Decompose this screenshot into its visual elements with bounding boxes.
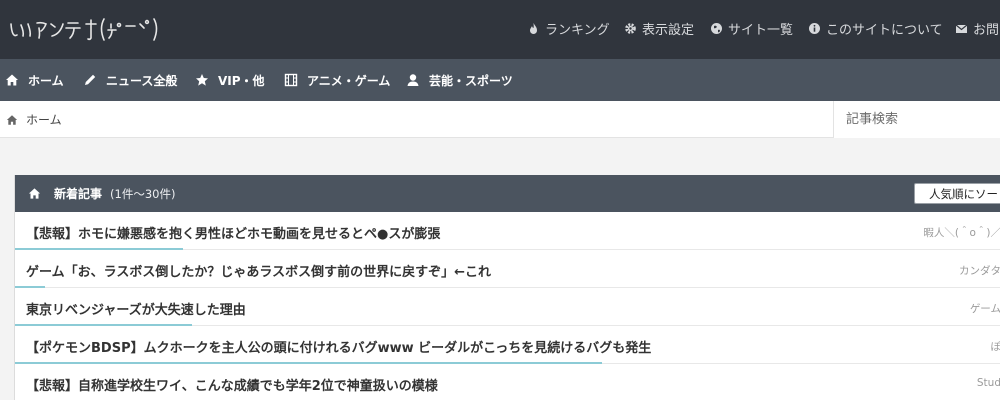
home-icon (6, 114, 18, 126)
nav-item-anime-game[interactable]: アニメ・ゲーム (284, 71, 390, 89)
article-row[interactable]: ゲーム「お、ラスボス倒したか？じゃあラスボス倒す前の世界に戻すぞ」←これ カンダ… (15, 250, 1000, 288)
globe-icon (710, 22, 723, 35)
article-site[interactable]: カンダタ (959, 263, 1000, 278)
panel-title-text: 新着記事 (54, 187, 103, 201)
info-icon (808, 22, 821, 35)
pencil-icon (83, 73, 97, 87)
article-title[interactable]: 東京リベンジャーズが大失速した理由 (26, 299, 246, 318)
nav-item-home[interactable]: ホーム (5, 71, 64, 89)
header-link-contact[interactable]: お問 (955, 18, 999, 38)
article-title[interactable]: 【ポケモンBDSP】ムクホークを主人公の頭に付けれるバグwww ビーダルがこっち… (26, 337, 651, 356)
article-row[interactable]: 【悲報】ホモに嫌悪感を抱く男性ほどホモ動画を見せるとペ●スが膨張 暇人＼(＾o＾… (15, 212, 1000, 250)
header-link-label: このサイトについて (826, 22, 943, 38)
sort-popularity-button[interactable]: 人気順にソー (914, 183, 1000, 204)
article-site[interactable]: 暇人＼(＾o＾)／ (923, 225, 1000, 240)
nav-item-label: アニメ・ゲーム (307, 73, 391, 88)
gear-icon (624, 22, 637, 35)
user-icon (406, 73, 420, 87)
logo-mark (10, 18, 158, 41)
flame-icon (527, 22, 540, 35)
main-nav: ホーム ニュース全般 VIP・他 アニメ・ゲーム 芸能・スポーツ (0, 59, 1000, 101)
film-icon (284, 73, 298, 87)
mail-icon (955, 22, 968, 35)
header-link-label: サイト一覧 (728, 22, 794, 38)
article-title[interactable]: 【悲報】自称進学校生ワイ、こんな成績でも学年2位で神童扱いの模様 (26, 375, 438, 394)
nav-item-news[interactable]: ニュース全般 (83, 71, 177, 89)
article-count: (1件〜30件) (110, 186, 176, 201)
breadcrumb-bar: ホーム (0, 101, 1000, 138)
article-site[interactable]: ゲーム (970, 301, 1000, 316)
site-logo[interactable] (8, 14, 168, 46)
home-icon (5, 73, 19, 87)
home-icon (28, 187, 41, 200)
header-link-display-settings[interactable]: 表示設定 (624, 18, 694, 38)
nav-item-label: ニュース全般 (106, 73, 178, 88)
header-link-site-list[interactable]: サイト一覧 (710, 18, 793, 38)
site-header: ランキング 表示設定 サイト一覧 このサイトについて お問 (0, 0, 1000, 59)
article-title[interactable]: 【悲報】ホモに嫌悪感を抱く男性ほどホモ動画を見せるとペ●スが膨張 (26, 223, 440, 242)
article-row[interactable]: 【悲報】自称進学校生ワイ、こんな成績でも学年2位で神童扱いの模様 Stud (15, 364, 1000, 400)
panel-header: 新着記事 (1件〜30件) 人気順にソー (15, 175, 1000, 212)
star-icon (195, 73, 209, 87)
breadcrumb[interactable]: ホーム (6, 111, 62, 128)
header-link-ranking[interactable]: ランキング (527, 18, 610, 38)
header-link-about[interactable]: このサイトについて (808, 18, 943, 38)
nav-item-label: ホーム (28, 73, 64, 88)
article-site[interactable]: ぽ (991, 339, 1000, 354)
search-input[interactable] (833, 101, 1000, 138)
article-row[interactable]: 【ポケモンBDSP】ムクホークを主人公の頭に付けれるバグwww ビーダルがこっち… (15, 326, 1000, 364)
header-link-label: ランキング (545, 22, 610, 38)
nav-item-label: 芸能・スポーツ (429, 73, 513, 88)
article-panel: 新着記事 (1件〜30件) 人気順にソー 【悲報】ホモに嫌悪感を抱く男性ほどホモ… (14, 175, 1000, 400)
header-link-label: お問 (973, 22, 1000, 38)
article-row[interactable]: 東京リベンジャーズが大失速した理由 ゲーム (15, 288, 1000, 326)
article-title[interactable]: ゲーム「お、ラスボス倒したか？じゃあラスボス倒す前の世界に戻すぞ」←これ (26, 261, 491, 280)
breadcrumb-label: ホーム (26, 113, 62, 127)
article-list: 【悲報】ホモに嫌悪感を抱く男性ほどホモ動画を見せるとペ●スが膨張 暇人＼(＾o＾… (15, 212, 1000, 400)
nav-item-vip[interactable]: VIP・他 (195, 71, 265, 89)
header-link-label: 表示設定 (642, 22, 695, 38)
nav-item-entertainment-sports[interactable]: 芸能・スポーツ (406, 71, 513, 89)
nav-item-label: VIP・他 (218, 73, 265, 88)
article-site[interactable]: Stud (977, 377, 1000, 389)
panel-title: 新着記事 (1件〜30件) (28, 185, 175, 202)
